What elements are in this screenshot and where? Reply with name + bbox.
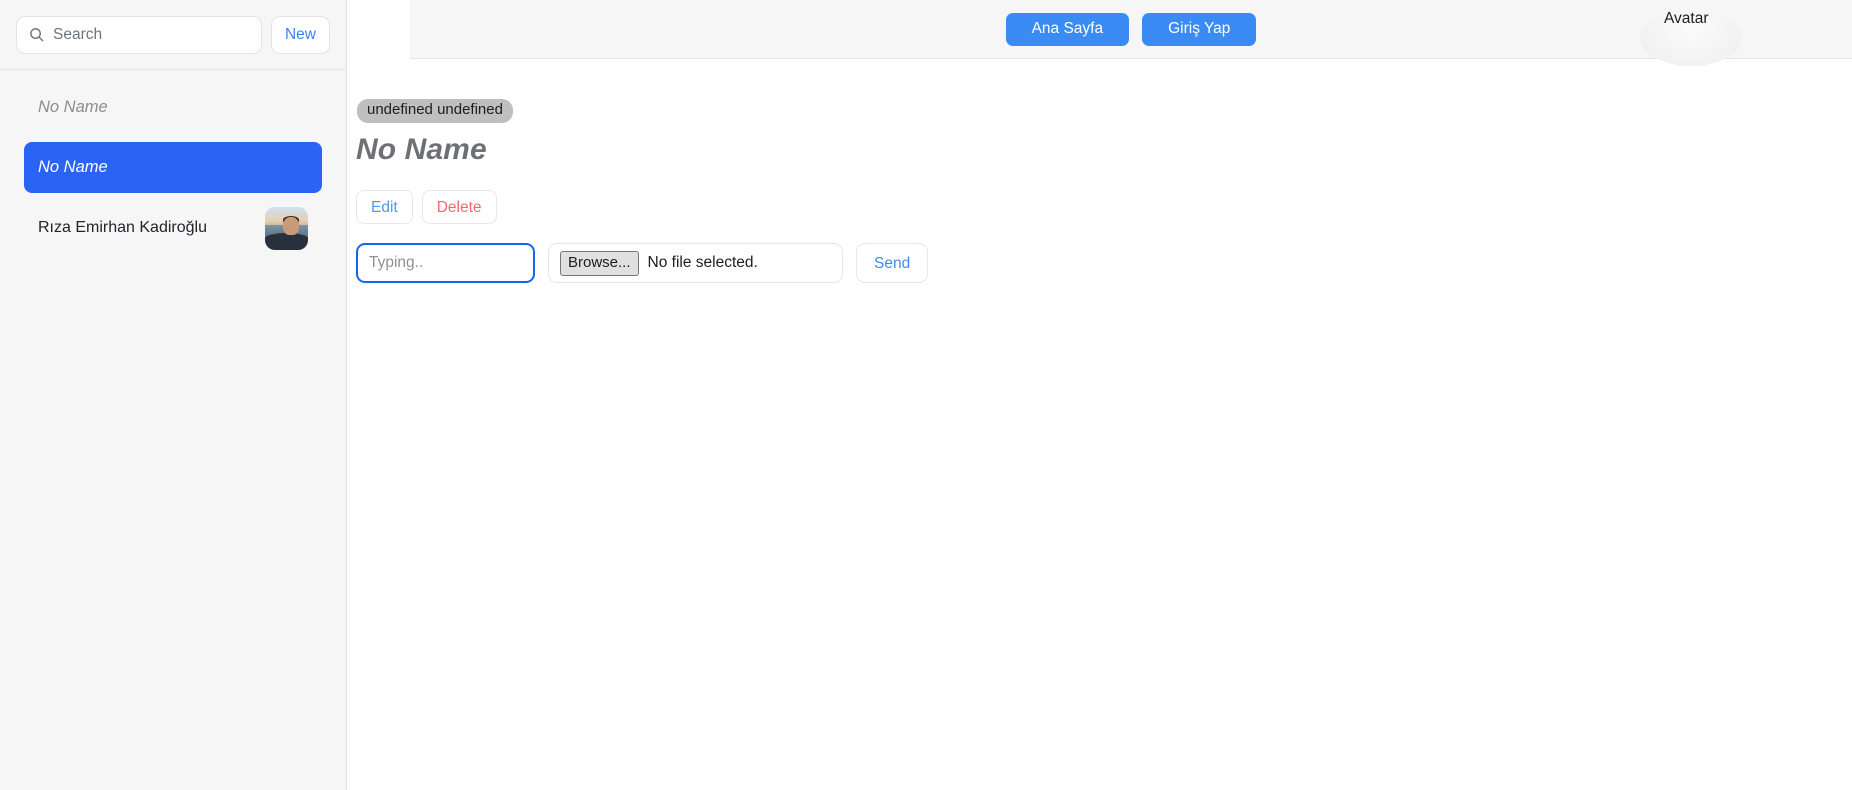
list-item[interactable]: No Name [24,86,322,130]
user-avatar-icon[interactable]: Avatar [1640,9,1742,66]
avatar-slot: Avatar [1640,0,1742,66]
conversation-name: No Name [38,157,108,176]
nav-button-ana-sayfa[interactable]: Ana Sayfa [1005,12,1130,46]
file-status-label: No file selected. [647,254,758,272]
nav-button-group: Ana Sayfa Giriş Yap [410,12,1852,46]
search-input[interactable] [53,25,249,44]
content-panel: undefined undefined No Name Edit Delete … [347,59,1852,790]
conversation-list: No Name No Name Rıza Emirhan Kadiroğlu [0,70,346,790]
sidebar: New No Name No Name Rıza Emirhan Kadiroğ… [0,0,347,790]
status-badge: undefined undefined [357,99,513,123]
edit-button[interactable]: Edit [356,190,413,225]
list-item-selected[interactable]: No Name [24,142,322,193]
message-input[interactable] [356,243,535,284]
search-icon [29,27,44,42]
search-box[interactable] [16,15,262,54]
message-form: Browse... No file selected. Send [356,243,1852,284]
conversation-name: No Name [38,98,108,117]
list-item[interactable]: Rıza Emirhan Kadiroğlu [24,201,322,256]
sidebar-toolbar: New [0,0,346,70]
page-title: No Name [356,132,487,166]
send-button[interactable]: Send [856,243,929,284]
conversation-name: Rıza Emirhan Kadiroğlu [38,219,207,237]
delete-button[interactable]: Delete [421,190,497,225]
avatar [265,207,308,250]
file-input[interactable]: Browse... No file selected. [548,243,843,284]
new-conversation-button[interactable]: New [270,15,330,54]
main-area: Ana Sayfa Giriş Yap Avatar undefined und… [347,0,1852,790]
top-navbar: Ana Sayfa Giriş Yap Avatar [410,0,1852,66]
browse-button[interactable]: Browse... [560,251,639,276]
app-root: New No Name No Name Rıza Emirhan Kadiroğ… [0,0,1852,790]
nav-button-giris-yap[interactable]: Giriş Yap [1142,12,1257,46]
action-button-group: Edit Delete [356,190,1852,225]
